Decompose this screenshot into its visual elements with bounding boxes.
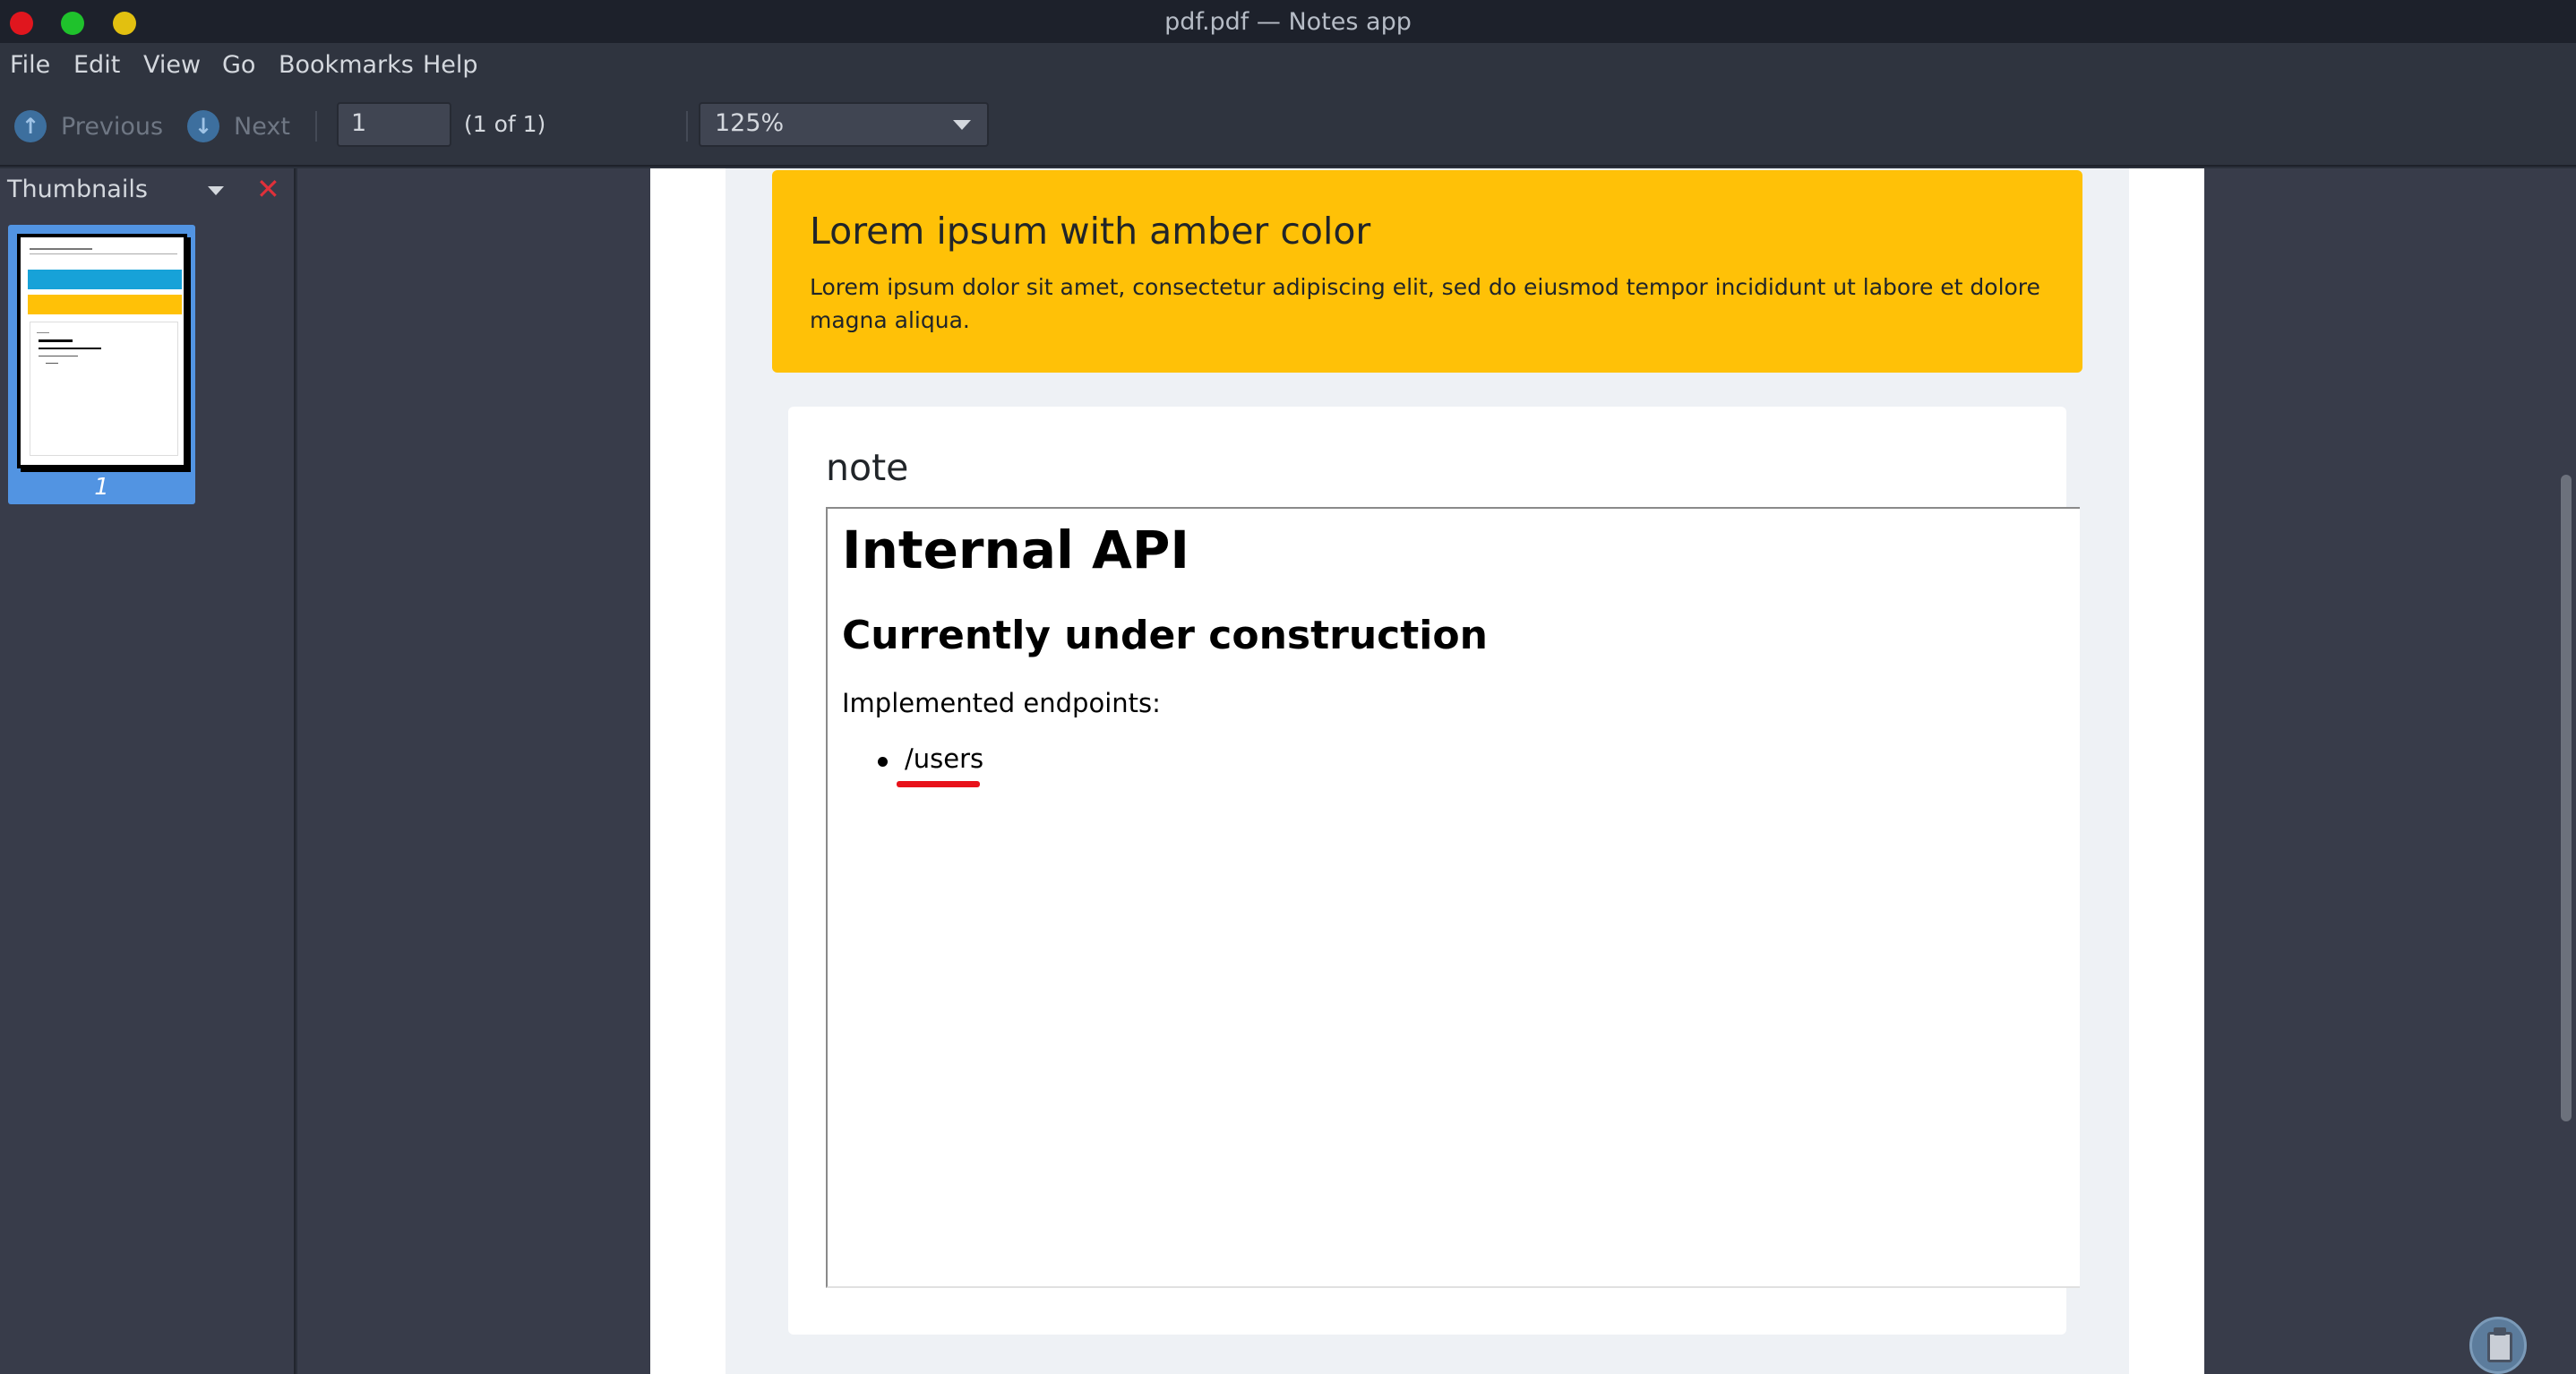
content-heading-1: Internal API <box>842 520 1190 580</box>
close-icon[interactable]: ✕ <box>256 172 280 206</box>
list-bullet <box>878 757 888 767</box>
menu-file[interactable]: File <box>10 51 50 79</box>
menu-bar: File Edit View Go Bookmarks Help <box>0 43 2576 88</box>
next-page-button[interactable]: ↓ Next <box>187 107 290 145</box>
content-heading-2: Currently under construction <box>842 613 1488 658</box>
menu-bookmarks[interactable]: Bookmarks <box>279 51 414 79</box>
list-item: /users <box>905 743 984 774</box>
menu-edit[interactable]: Edit <box>73 51 120 79</box>
arrow-down-icon: ↓ <box>187 110 219 142</box>
arrow-up-icon: ↑ <box>14 110 47 142</box>
toolbar-separator <box>686 111 688 142</box>
clipboard-icon <box>2487 1332 2512 1362</box>
menu-help[interactable]: Help <box>423 51 478 79</box>
chevron-down-icon <box>953 120 971 130</box>
clipboard-button[interactable] <box>2469 1317 2527 1374</box>
zoom-select[interactable]: 125% <box>699 102 989 147</box>
title-bar: pdf.pdf — Notes app <box>0 0 2576 43</box>
thumbnail-image <box>17 234 187 468</box>
red-underline-annotation <box>897 781 980 787</box>
menu-go[interactable]: Go <box>222 51 255 79</box>
content-paragraph: Implemented endpoints: <box>842 688 1161 718</box>
toolbar-separator <box>315 111 317 142</box>
next-label: Next <box>234 112 290 141</box>
menu-view[interactable]: View <box>143 51 201 79</box>
sidebar-title: Thumbnails <box>7 176 148 203</box>
note-card: note Internal API Currently under constr… <box>788 407 2080 1335</box>
page-count-label: (1 of 1) <box>464 111 546 137</box>
scrollbar-thumb[interactable] <box>2561 475 2572 1121</box>
thumbnails-sidebar: Thumbnails ✕ 1 <box>0 168 296 1374</box>
previous-page-button[interactable]: ↑ Previous <box>14 107 163 145</box>
alert-title: Lorem ipsum with amber color <box>810 210 1371 253</box>
thumbnail-page-number: 1 <box>94 474 109 501</box>
zoom-value: 125% <box>715 109 785 137</box>
sidebar-dropdown-icon[interactable] <box>208 186 224 195</box>
page-number-input[interactable]: 1 <box>337 102 451 147</box>
window-title: pdf.pdf — Notes app <box>1164 8 1412 36</box>
note-title: note <box>826 446 909 489</box>
alert-text: Lorem ipsum dolor sit amet, consectetur … <box>810 274 2040 333</box>
note-content-frame: Internal API Currently under constructio… <box>826 507 2080 1288</box>
page-thumbnail[interactable]: 1 <box>8 225 195 504</box>
previous-label: Previous <box>61 112 164 141</box>
clipboard-clip <box>2494 1327 2506 1335</box>
amber-alert: Lorem ipsum with amber color Lorem ipsum… <box>772 170 2082 373</box>
